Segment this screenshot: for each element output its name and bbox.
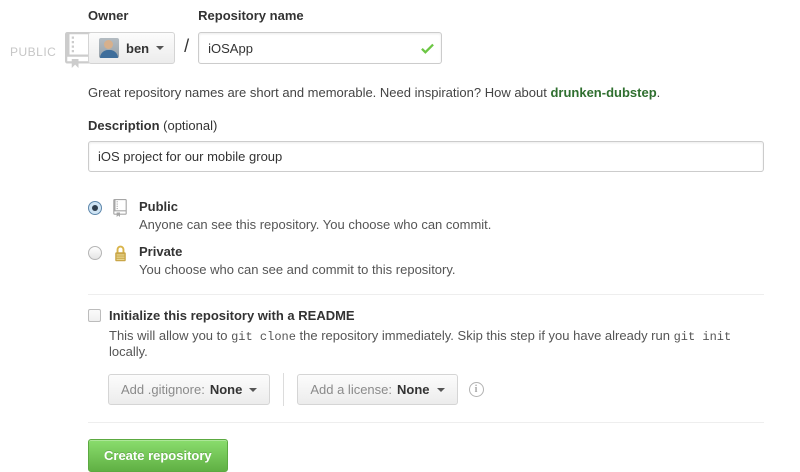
readme-section: Initialize this repository with a README… <box>88 308 764 406</box>
public-option-row[interactable]: Public Anyone can see this repository. Y… <box>88 199 764 232</box>
hint-period: . <box>657 85 661 100</box>
license-value: None <box>397 382 430 397</box>
owner-column: Owner ben <box>88 8 175 64</box>
description-label: Description (optional) <box>88 118 764 133</box>
new-repository-form: Owner ben / Repository name Great reposi… <box>88 8 764 472</box>
public-radio[interactable] <box>88 201 102 215</box>
suggested-name-link[interactable]: drunken-dubstep <box>550 85 656 100</box>
git-init-code: git init <box>674 330 732 344</box>
repo-name-input[interactable] <box>198 32 442 64</box>
owner-repo-row: Owner ben / Repository name <box>88 8 764 64</box>
readme-checkbox[interactable] <box>88 309 101 322</box>
picker-separator <box>283 373 284 406</box>
lock-icon <box>111 244 129 277</box>
owner-repo-separator: / <box>175 30 198 62</box>
section-divider-bottom <box>88 422 764 423</box>
repo-name-column: Repository name <box>198 8 442 64</box>
section-divider-top <box>88 294 764 295</box>
readme-note-text: the repository immediately. Skip this st… <box>296 328 674 343</box>
description-input-wrap <box>88 141 764 172</box>
public-option-note: Anyone can see this repository. You choo… <box>139 217 491 232</box>
add-license-button[interactable]: Add a license: None <box>297 374 457 405</box>
private-option-note: You choose who can see and commit to thi… <box>139 262 456 277</box>
private-option-title: Private <box>139 244 456 259</box>
private-radio[interactable] <box>88 246 102 260</box>
create-repository-button[interactable]: Create repository <box>88 439 228 472</box>
repo-name-input-wrap <box>198 32 442 64</box>
owner-name: ben <box>126 41 149 56</box>
readme-note-text: locally. <box>109 344 148 359</box>
description-label-bold: Description <box>88 118 160 133</box>
readme-label: Initialize this repository with a README <box>109 308 355 323</box>
repo-book-icon <box>111 199 129 232</box>
check-icon <box>421 40 434 60</box>
visibility-options: Public Anyone can see this repository. Y… <box>88 199 764 277</box>
private-option-row[interactable]: Private You choose who can see and commi… <box>88 244 764 277</box>
git-clone-code: git clone <box>231 330 296 344</box>
hint-text: Great repository names are short and mem… <box>88 85 550 100</box>
visibility-badge: PUBLIC <box>10 32 92 71</box>
readme-note-text: This will allow you to <box>109 328 231 343</box>
owner-select-button[interactable]: ben <box>88 32 175 64</box>
visibility-badge-label: PUBLIC <box>10 45 56 59</box>
repo-name-label: Repository name <box>198 8 442 23</box>
description-input[interactable] <box>88 141 764 172</box>
description-optional: (optional) <box>163 118 217 133</box>
add-gitignore-button[interactable]: Add .gitignore: None <box>108 374 270 405</box>
readme-note: This will allow you to git clone the rep… <box>109 328 764 359</box>
public-option-title: Public <box>139 199 491 214</box>
gitignore-label: Add .gitignore: <box>121 382 205 397</box>
public-option-text: Public Anyone can see this repository. Y… <box>139 199 491 232</box>
file-pickers-row: Add .gitignore: None Add a license: None <box>108 373 764 406</box>
owner-label: Owner <box>88 8 175 23</box>
owner-avatar <box>99 38 119 58</box>
gitignore-value: None <box>210 382 243 397</box>
license-label: Add a license: <box>310 382 392 397</box>
readme-checkbox-row[interactable]: Initialize this repository with a README <box>88 308 764 323</box>
private-option-text: Private You choose who can see and commi… <box>139 244 456 277</box>
caret-down-icon <box>437 388 445 392</box>
repo-name-hint: Great repository names are short and mem… <box>88 85 764 100</box>
caret-down-icon <box>156 46 164 50</box>
info-icon[interactable] <box>469 382 484 397</box>
caret-down-icon <box>249 388 257 392</box>
